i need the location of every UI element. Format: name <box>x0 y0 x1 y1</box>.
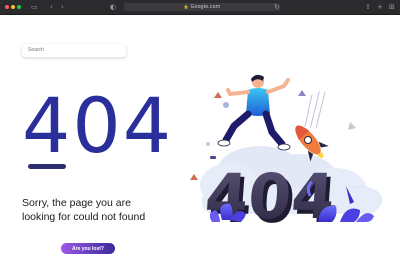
browser-toolbar: ▭ ‹ › ◐ 🔒 Google.com ↻ ⇧ + ⊞ <box>0 0 400 15</box>
forward-icon[interactable]: › <box>61 2 64 12</box>
search-input[interactable] <box>22 44 126 57</box>
are-you-lost-button[interactable]: Are you lost? <box>61 243 115 254</box>
error-message-line-2: looking for could not found <box>22 211 146 223</box>
back-icon[interactable]: ‹ <box>50 2 53 12</box>
address-text: Google.com <box>190 4 221 10</box>
error-message-line-1: Sorry, the page you are <box>22 197 131 209</box>
close-window-button[interactable] <box>5 5 9 9</box>
share-icon[interactable]: ⇧ <box>365 2 371 12</box>
sidebar-icon[interactable]: ▭ <box>31 2 38 12</box>
illustration-404-text: 404 404 <box>203 160 341 237</box>
person-figure <box>217 74 291 151</box>
404-illustration: 404 404 <box>190 74 382 237</box>
reload-icon[interactable]: ↻ <box>274 2 280 12</box>
privacy-shield-icon[interactable]: ◐ <box>110 2 116 12</box>
lock-icon: 🔒 <box>183 4 189 9</box>
error-code-heading: 404 <box>22 81 174 170</box>
heading-underline <box>28 164 66 169</box>
new-tab-icon[interactable]: + <box>377 2 383 12</box>
error-message: Sorry, the page you are looking for coul… <box>22 196 182 224</box>
illustration-404-face: 404 <box>203 160 338 233</box>
maximize-window-button[interactable] <box>17 5 21 9</box>
address-bar[interactable]: 🔒 Google.com <box>124 3 280 11</box>
minimize-window-button[interactable] <box>11 5 15 9</box>
tab-overview-icon[interactable]: ⊞ <box>389 2 395 12</box>
